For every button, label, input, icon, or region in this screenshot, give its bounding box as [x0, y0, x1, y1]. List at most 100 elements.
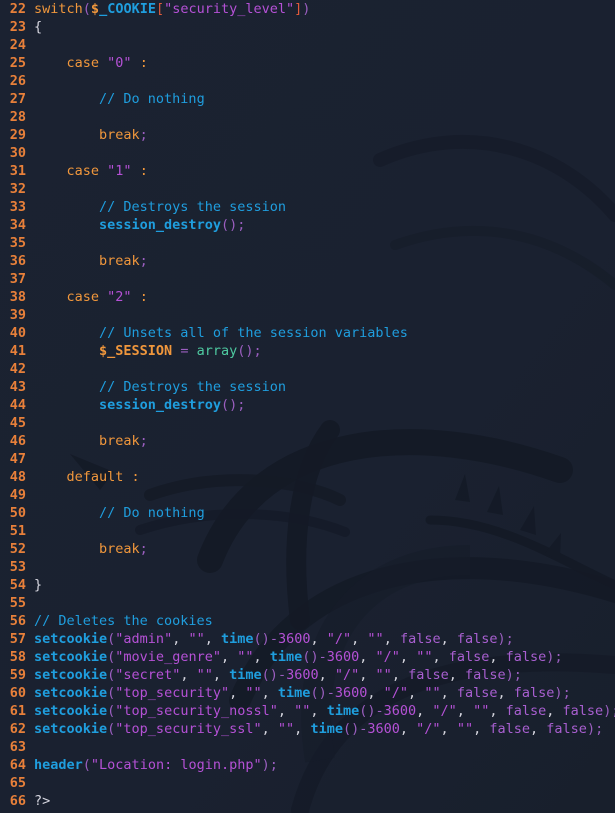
code-token: // Destroys the session — [99, 199, 286, 215]
code-line[interactable]: 49 — [0, 486, 615, 504]
code-token: "/" — [334, 667, 360, 683]
code-line[interactable]: 52 break; — [0, 540, 615, 558]
code-line[interactable]: 64 header("Location: login.php"); — [0, 756, 615, 774]
code-line[interactable]: 65 — [0, 774, 615, 792]
code-line[interactable]: 38 case "2" : — [0, 288, 615, 306]
code-line[interactable]: 46 break; — [0, 432, 615, 450]
code-line[interactable]: 37 — [0, 270, 615, 288]
code-line[interactable]: 22 switch($_COOKIE["security_level"]) — [0, 0, 615, 18]
code-token: , — [432, 649, 441, 665]
code-line[interactable]: 24 — [0, 36, 615, 54]
code-token: case — [34, 163, 108, 179]
code-token: "top_security" — [115, 685, 230, 701]
code-line[interactable]: 48 default : — [0, 468, 615, 486]
code-line[interactable]: 60 setcookie("top_security", "", time()-3… — [0, 684, 615, 702]
code-line[interactable]: 57 setcookie("admin", "", time()-3600, "/… — [0, 630, 615, 648]
code-token: $ — [90, 1, 100, 17]
code-token: "" — [294, 703, 311, 719]
code-token: , — [310, 703, 319, 719]
code-line[interactable]: 32 — [0, 180, 615, 198]
line-number: 25 — [9, 55, 26, 71]
code-line[interactable]: 23 { — [0, 18, 615, 36]
line-number: 36 — [9, 253, 26, 269]
code-line[interactable]: 29 break; — [0, 126, 615, 144]
code-line[interactable]: 47 — [0, 450, 615, 468]
line-number: 57 — [9, 631, 26, 647]
code-line[interactable]: 54} — [0, 576, 615, 594]
code-line[interactable]: 40 // Unsets all of the session variable… — [0, 324, 615, 342]
code-token: setcookie — [34, 649, 108, 665]
line-number: 38 — [9, 289, 26, 305]
code-line[interactable]: 34 session_destroy(); — [0, 216, 615, 234]
code-line[interactable]: 26 — [0, 72, 615, 90]
code-token: ) — [497, 631, 506, 647]
code-line[interactable]: 25 case "0" : — [0, 54, 615, 72]
code-line[interactable]: 31 case "1" : — [0, 162, 615, 180]
code-token: ) — [554, 685, 563, 701]
code-line[interactable]: 41 $_SESSION = array(); — [0, 342, 615, 360]
code-line[interactable]: 58 setcookie("movie_genre", "", time()-36… — [0, 648, 615, 666]
code-line[interactable]: 53 — [0, 558, 615, 576]
code-token: ( — [82, 1, 91, 17]
code-token: ; — [139, 541, 148, 557]
code-token: false — [465, 667, 506, 683]
code-line[interactable]: 27 // Do nothing — [0, 90, 615, 108]
code-token: "" — [416, 649, 433, 665]
line-number: 35 — [9, 235, 26, 251]
code-line[interactable]: 63 — [0, 738, 615, 756]
code-token: { — [34, 19, 43, 35]
code-line[interactable]: 42 — [0, 360, 615, 378]
code-line[interactable]: 51 — [0, 522, 615, 540]
code-line[interactable]: 43 // Destroys the session — [0, 378, 615, 396]
line-number: 39 — [9, 307, 26, 323]
code-line[interactable]: 62 setcookie("top_security_ssl", "", time… — [0, 720, 615, 738]
code-line[interactable]: 56 // Deletes the cookies — [0, 612, 615, 630]
code-line[interactable]: 36 break; — [0, 252, 615, 270]
code-line[interactable]: 33 // Destroys the session — [0, 198, 615, 216]
code-token: false — [513, 685, 555, 701]
code-token: time — [221, 631, 254, 647]
code-line[interactable]: 44 session_destroy(); — [0, 396, 615, 414]
line-number: 49 — [9, 487, 26, 503]
code-line[interactable]: 30 — [0, 144, 615, 162]
code-token: ; — [505, 631, 514, 647]
code-token: setcookie — [34, 667, 108, 683]
line-number: 61 — [9, 703, 26, 719]
code-token: ) — [302, 1, 311, 17]
code-line[interactable]: 61 setcookie("top_security_nossl", "", ti… — [0, 702, 615, 720]
code-line[interactable]: 45 — [0, 414, 615, 432]
code-token: 3600 — [326, 649, 360, 665]
line-number: 47 — [9, 451, 26, 467]
code-lines[interactable]: 22 switch($_COOKIE["security_level"]) 23{2… — [0, 0, 615, 813]
code-line[interactable]: 28 — [0, 108, 615, 126]
code-token: false — [399, 631, 441, 647]
code-token: ?> — [34, 793, 51, 809]
line-number: 62 — [9, 721, 26, 737]
line-number: 26 — [9, 73, 26, 89]
code-token: _COOKIE — [99, 1, 156, 17]
code-token: , — [440, 721, 449, 737]
code-token: // Unsets all of the session variables — [99, 325, 408, 341]
code-line[interactable]: 35 — [0, 234, 615, 252]
code-token: time — [229, 667, 262, 683]
code-line[interactable]: 55 — [0, 594, 615, 612]
code-line[interactable]: 66 ?> — [0, 792, 615, 810]
code-line[interactable]: 50 // Do nothing — [0, 504, 615, 522]
code-token: , — [229, 685, 238, 701]
code-line[interactable]: 59 setcookie("secret", "", time()-3600, "… — [0, 666, 615, 684]
code-line[interactable]: 39 — [0, 306, 615, 324]
code-token: , — [310, 631, 319, 647]
